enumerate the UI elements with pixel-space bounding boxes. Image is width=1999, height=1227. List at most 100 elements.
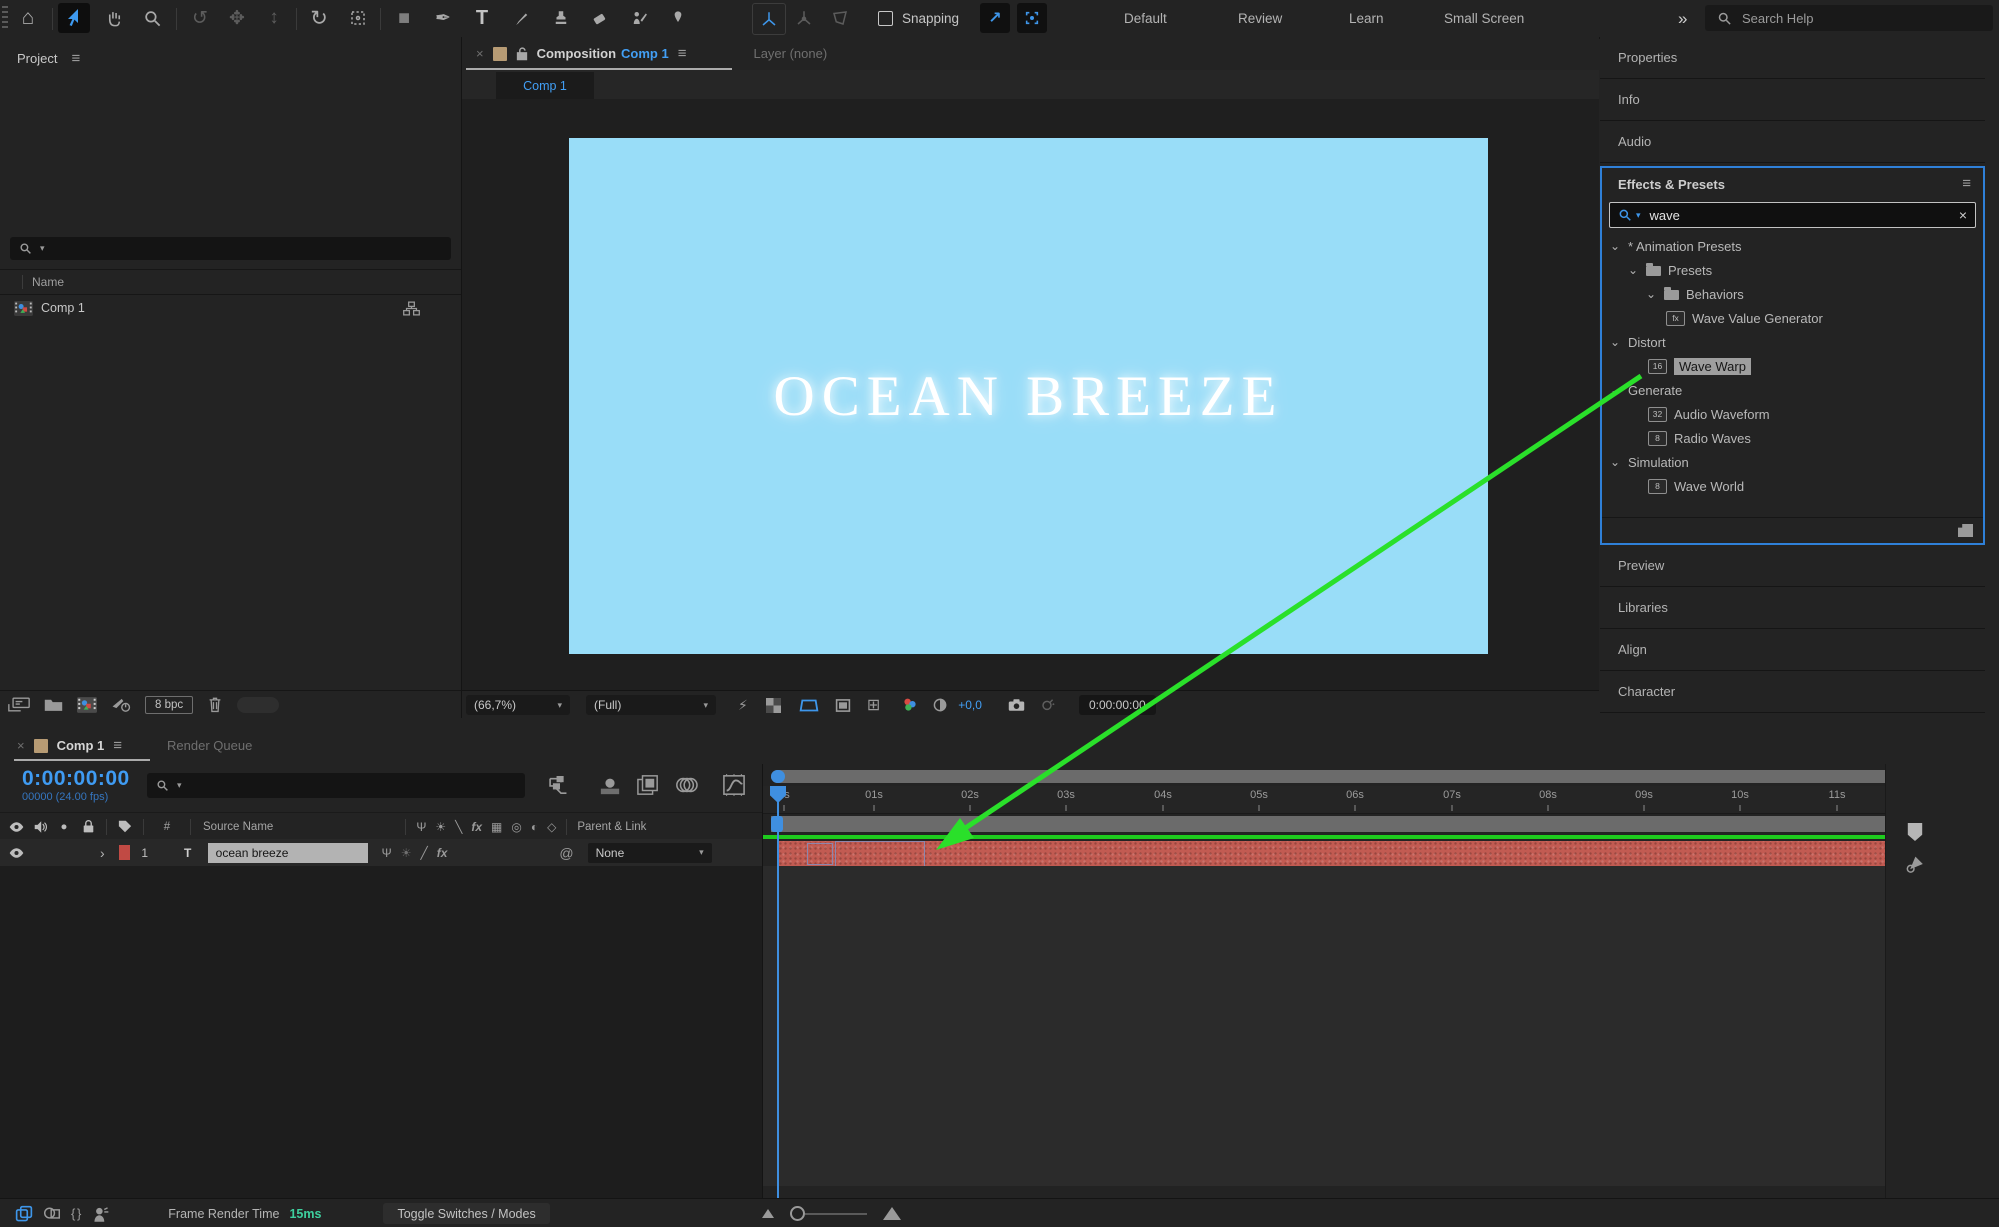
stamp-tool[interactable] (545, 3, 577, 33)
source-name-column-header[interactable]: Source Name (203, 821, 273, 833)
quality-sampling-icon[interactable] (1904, 856, 1924, 874)
live-update-icon[interactable] (15, 1205, 33, 1223)
channel-rgb-icon[interactable] (902, 697, 918, 713)
snap-to-features-icon[interactable] (1017, 3, 1047, 33)
axis-mode-world[interactable] (788, 3, 820, 33)
mask-mode-icon[interactable] (43, 1205, 61, 1222)
lock-column-icon[interactable] (76, 820, 100, 833)
timeline-tab-render-queue[interactable]: Render Queue (167, 738, 252, 753)
grid-guides-icon[interactable]: ⊞ (867, 695, 880, 715)
effects-tree-item[interactable]: ⌄ Generate (1602, 378, 1983, 402)
layer-fx-switch[interactable]: fx (437, 846, 448, 860)
toggle-switches-modes-button[interactable]: Toggle Switches / Modes (383, 1203, 550, 1224)
viewer-canvas-area[interactable]: OCEAN BREEZE (462, 99, 1599, 690)
axis-mode-local[interactable] (752, 3, 786, 35)
eraser-tool[interactable] (584, 3, 616, 33)
exposure-value[interactable]: +0,0 (958, 698, 982, 712)
selection-tool[interactable] (58, 3, 90, 33)
layer-tab-label[interactable]: Layer (none) (753, 46, 827, 61)
comp-marker-icon[interactable] (1906, 822, 1924, 842)
project-item-comp1[interactable]: Comp 1 (0, 295, 461, 321)
workspace-review[interactable]: Review (1238, 0, 1282, 37)
workspace-small-screen[interactable]: Small Screen (1444, 0, 1524, 37)
panel-menu-icon[interactable]: ≡ (678, 46, 687, 61)
hand-tool[interactable] (98, 3, 130, 33)
preview-timecode[interactable]: 0:00:00:00 (1078, 695, 1156, 715)
layer-anchor-switch[interactable]: Ψ (382, 846, 392, 860)
parent-dropdown[interactable]: None ▾ (587, 842, 712, 863)
label-column-icon[interactable] (113, 820, 137, 833)
tab-preview[interactable]: Preview (1600, 545, 1985, 587)
parent-pickwhip-icon[interactable]: @ (559, 845, 573, 861)
pan-camera-tool[interactable]: ✥ (221, 3, 253, 33)
layer-visibility-icon[interactable] (4, 847, 28, 858)
expressions-icon[interactable]: { } (71, 1206, 81, 1221)
panel-menu-icon[interactable]: ≡ (71, 51, 80, 66)
zoom-tool[interactable] (136, 3, 168, 33)
layer-shy-switch[interactable]: ☀ (401, 846, 412, 860)
layer-expand-icon[interactable]: › (100, 845, 105, 861)
mask-visibility-icon[interactable] (799, 698, 819, 713)
zoom-out-mountain-icon[interactable] (761, 1209, 774, 1218)
zoom-in-mountain-icon[interactable] (882, 1207, 901, 1220)
effects-tree-item-wave-warp[interactable]: 16 Wave Warp (1602, 354, 1983, 378)
comp-viewer-tab[interactable]: Comp 1 (496, 72, 594, 99)
solo-column-icon[interactable]: ● (52, 821, 76, 833)
effects-tree-item[interactable]: ⌄ * Animation Presets (1602, 234, 1983, 258)
layer-duration-bar[interactable] (778, 841, 1901, 866)
layer-collapse-switch[interactable]: ╱ (420, 846, 427, 860)
composition-tab-label[interactable]: Composition (537, 46, 616, 61)
draft-3d-icon[interactable] (598, 774, 622, 796)
workspace-learn[interactable]: Learn (1349, 0, 1384, 37)
puppet-pin-tool[interactable] (662, 3, 694, 33)
composition-canvas[interactable]: OCEAN BREEZE (569, 138, 1488, 654)
current-timecode[interactable]: 0:00:00:00 00000 (24.00 fps) (22, 767, 130, 803)
transparency-grid-icon[interactable] (765, 697, 781, 713)
magnification-dropdown[interactable]: (66,7%) ▾ (466, 695, 570, 715)
snapping-control[interactable]: Snapping (878, 0, 959, 37)
workspace-default[interactable]: Default (1124, 0, 1167, 37)
timeline-search-field[interactable]: ▾ (147, 773, 525, 798)
effects-tree-item[interactable]: fx Wave Value Generator (1602, 306, 1983, 330)
effects-tree-item[interactable]: 8 Wave World (1602, 474, 1983, 498)
name-column-header[interactable]: Name (22, 275, 64, 289)
pen-tool[interactable]: ✒ (427, 3, 459, 33)
toolbar-grip[interactable] (2, 6, 8, 31)
panel-resize-pill[interactable] (237, 696, 280, 713)
region-of-interest-icon[interactable] (835, 698, 851, 713)
shy-guy-icon[interactable] (92, 1206, 110, 1222)
fast-preview-icon[interactable]: ⚡ (738, 697, 748, 714)
interpret-footage-icon[interactable] (8, 697, 30, 712)
effects-search-field[interactable]: ▾ wave × (1609, 202, 1976, 228)
effects-tree-item[interactable]: ⌄ Behaviors (1602, 282, 1983, 306)
close-tab-icon[interactable]: × (17, 738, 25, 753)
panel-menu-icon[interactable]: ≡ (1962, 176, 1971, 191)
composition-mini-flowchart-icon[interactable] (548, 775, 574, 795)
effects-tree-item[interactable]: ⌄ Distort (1602, 330, 1983, 354)
tab-align[interactable]: Align (1600, 629, 1985, 671)
resolution-dropdown[interactable]: (Full) ▾ (586, 695, 716, 715)
navigator-start-handle[interactable] (771, 770, 785, 783)
search-options-caret[interactable]: ▾ (40, 243, 45, 254)
tab-properties[interactable]: Properties (1600, 37, 1985, 79)
search-help-field[interactable]: Search Help (1705, 5, 1993, 31)
snap-to-edges-icon[interactable]: ↗ (980, 3, 1010, 33)
effects-tree-item[interactable]: 8 Radio Waves (1602, 426, 1983, 450)
type-tool[interactable]: T (466, 3, 498, 33)
time-ruler[interactable]: 0s 01s 02s 03s 04s 05s 06s 07s 08s 09s 1… (763, 786, 1943, 814)
tab-audio[interactable]: Audio (1600, 121, 1985, 163)
tab-character[interactable]: Character (1600, 671, 1985, 713)
snapshot-camera-icon[interactable] (1008, 698, 1025, 712)
axis-mode-view[interactable] (824, 3, 856, 33)
timeline-tab-comp[interactable]: Comp 1 (57, 738, 105, 753)
tab-libraries[interactable]: Libraries (1600, 587, 1985, 629)
new-folder-icon[interactable] (44, 697, 63, 712)
workspace-overflow-icon[interactable]: » (1678, 0, 1687, 37)
bit-depth-button[interactable]: 8 bpc (145, 695, 194, 714)
brush-tool[interactable] (506, 3, 538, 33)
layer-name-field[interactable]: ocean breeze (207, 842, 368, 863)
tab-info[interactable]: Info (1600, 79, 1985, 121)
project-settings-icon[interactable] (111, 697, 131, 713)
zoom-slider-track[interactable] (804, 1212, 867, 1215)
composition-tab-comp-name[interactable]: Comp 1 (621, 46, 669, 61)
